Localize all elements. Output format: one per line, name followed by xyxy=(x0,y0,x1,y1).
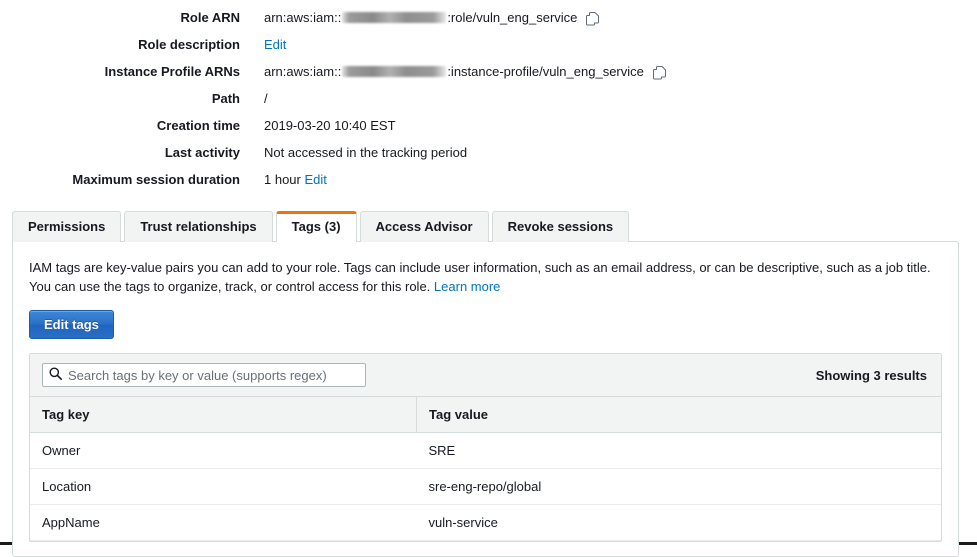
cell-tag-key: Location xyxy=(30,468,417,505)
tab-trust-relationships[interactable]: Trust relationships xyxy=(124,211,273,242)
tags-table-toolbar: Showing 3 results xyxy=(30,354,941,397)
learn-more-link[interactable]: Learn more xyxy=(434,279,500,294)
detail-value-role-description: Edit xyxy=(240,37,286,52)
tab-revoke-sessions[interactable]: Revoke sessions xyxy=(491,211,630,242)
role-detail-list: Role ARN arn:aws:iam:::role/vuln_eng_ser… xyxy=(0,0,977,205)
detail-value-role-arn: arn:aws:iam:::role/vuln_eng_service xyxy=(240,10,600,25)
column-header-tag-value[interactable]: Tag value xyxy=(416,397,941,433)
detail-label-path: Path xyxy=(211,91,240,106)
edit-role-description-link[interactable]: Edit xyxy=(264,37,286,52)
edit-tags-button[interactable]: Edit tags xyxy=(29,310,114,339)
cell-tag-key: Owner xyxy=(30,432,417,469)
tags-actions: Edit tags xyxy=(13,296,958,353)
tags-description: IAM tags are key-value pairs you can add… xyxy=(13,242,958,296)
role-tabs: Permissions Trust relationships Tags (3)… xyxy=(0,211,977,243)
role-arn-suffix: :role/vuln_eng_service xyxy=(447,10,578,25)
detail-value-last-activity: Not accessed in the tracking period xyxy=(264,145,468,160)
detail-row-role-arn: Role ARN arn:aws:iam:::role/vuln_eng_ser… xyxy=(0,10,977,37)
detail-value-instance-profile-arns: arn:aws:iam:::instance-profile/vuln_eng_… xyxy=(240,64,667,79)
copy-icon[interactable] xyxy=(652,65,667,80)
role-arn-prefix: arn:aws:iam:: xyxy=(264,10,342,25)
detail-row-path: Path / xyxy=(0,91,977,118)
detail-label-last-activity: Last activity xyxy=(164,145,240,160)
search-tags-input[interactable] xyxy=(62,366,359,384)
cell-tag-value: vuln-service xyxy=(416,504,941,541)
detail-row-instance-profile-arns: Instance Profile ARNs arn:aws:iam:::inst… xyxy=(0,64,977,91)
detail-row-max-session-duration: Maximum session duration 1 hour Edit xyxy=(0,172,977,199)
detail-value-path: / xyxy=(264,91,268,106)
tab-tags[interactable]: Tags (3) xyxy=(275,211,357,243)
instance-profile-arn-prefix: arn:aws:iam:: xyxy=(264,64,342,79)
table-header-row: Tag key Tag value xyxy=(30,397,941,433)
tags-table: Tag key Tag value Owner SRE Location sre… xyxy=(30,397,941,541)
detail-label-creation-time: Creation time xyxy=(156,118,240,133)
max-session-duration-text: 1 hour xyxy=(264,172,301,187)
detail-label-role-arn: Role ARN xyxy=(180,10,240,25)
detail-label-role-description: Role description xyxy=(138,37,240,52)
edit-max-session-duration-link[interactable]: Edit xyxy=(305,172,327,187)
tab-permissions[interactable]: Permissions xyxy=(12,211,122,242)
results-count: Showing 3 results xyxy=(815,367,927,383)
copy-icon[interactable] xyxy=(586,11,600,26)
tags-panel: IAM tags are key-value pairs you can add… xyxy=(12,241,959,557)
cell-tag-value: SRE xyxy=(416,432,941,469)
detail-row-creation-time: Creation time 2019-03-20 10:40 EST xyxy=(0,118,977,145)
tab-access-advisor[interactable]: Access Advisor xyxy=(359,211,489,242)
table-row[interactable]: Location sre-eng-repo/global xyxy=(30,468,941,505)
redacted-account-id xyxy=(342,12,447,23)
detail-label-instance-profile-arns: Instance Profile ARNs xyxy=(104,64,240,79)
search-icon xyxy=(49,367,62,383)
detail-row-role-description: Role description Edit xyxy=(0,37,977,64)
detail-value-max-session-duration: 1 hour Edit xyxy=(240,172,327,187)
search-tags-box[interactable] xyxy=(42,363,366,387)
table-row[interactable]: AppName vuln-service xyxy=(30,504,941,541)
detail-value-creation-time: 2019-03-20 10:40 EST xyxy=(264,118,396,133)
table-row[interactable]: Owner SRE xyxy=(30,432,941,469)
detail-row-last-activity: Last activity Not accessed in the tracki… xyxy=(0,145,977,172)
tags-table-container: Showing 3 results Tag key Tag value Owne… xyxy=(29,353,942,542)
detail-label-max-session-duration: Maximum session duration xyxy=(72,172,240,187)
column-header-tag-key[interactable]: Tag key xyxy=(30,397,417,433)
cell-tag-key: AppName xyxy=(30,504,417,541)
instance-profile-arn-suffix: :instance-profile/vuln_eng_service xyxy=(447,64,644,79)
cell-tag-value: sre-eng-repo/global xyxy=(416,468,941,505)
redacted-account-id xyxy=(342,66,447,77)
